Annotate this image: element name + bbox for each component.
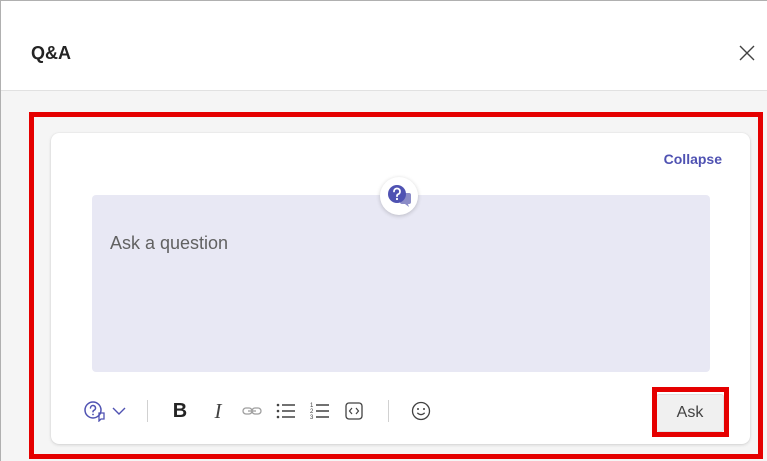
bulleted-list-button[interactable]	[272, 397, 300, 425]
toolbar-separator	[147, 400, 148, 422]
qa-badge	[380, 177, 418, 215]
chevron-down-icon	[112, 407, 126, 415]
close-button[interactable]	[737, 43, 757, 63]
question-type-button[interactable]	[83, 397, 127, 425]
toolbar-separator	[388, 400, 389, 422]
bulleted-list-icon	[276, 403, 295, 419]
italic-icon: I	[214, 398, 222, 423]
code-snippet-button[interactable]	[340, 397, 368, 425]
link-icon	[242, 407, 262, 415]
close-icon	[739, 45, 755, 61]
bold-button[interactable]: B	[166, 397, 194, 425]
numbered-list-icon: 1 2 3	[310, 403, 329, 421]
question-type-icon	[84, 401, 105, 422]
collapse-link[interactable]: Collapse	[664, 151, 722, 167]
question-box	[92, 195, 710, 372]
italic-button[interactable]: I	[204, 397, 232, 425]
panel-title: Q&A	[31, 43, 71, 63]
question-composer-card: Collapse Ask a question B I 1 2 3 Ask	[51, 133, 750, 444]
qa-panel: Q&A Collapse Ask a question B I 1 2 3 As…	[0, 0, 767, 461]
code-snippet-icon	[345, 402, 363, 420]
numbered-list-button[interactable]: 1 2 3	[306, 397, 334, 425]
qa-question-icon	[388, 185, 411, 207]
emoji-icon	[411, 401, 431, 421]
bold-icon: B	[172, 399, 188, 422]
ask-button[interactable]: Ask	[656, 394, 724, 432]
question-input[interactable]	[110, 233, 690, 254]
svg-text:3: 3	[310, 415, 314, 421]
panel-header: Q&A	[1, 1, 767, 91]
link-button[interactable]	[238, 397, 266, 425]
formatting-toolbar: B I 1 2 3	[83, 395, 533, 427]
emoji-button[interactable]	[407, 397, 435, 425]
